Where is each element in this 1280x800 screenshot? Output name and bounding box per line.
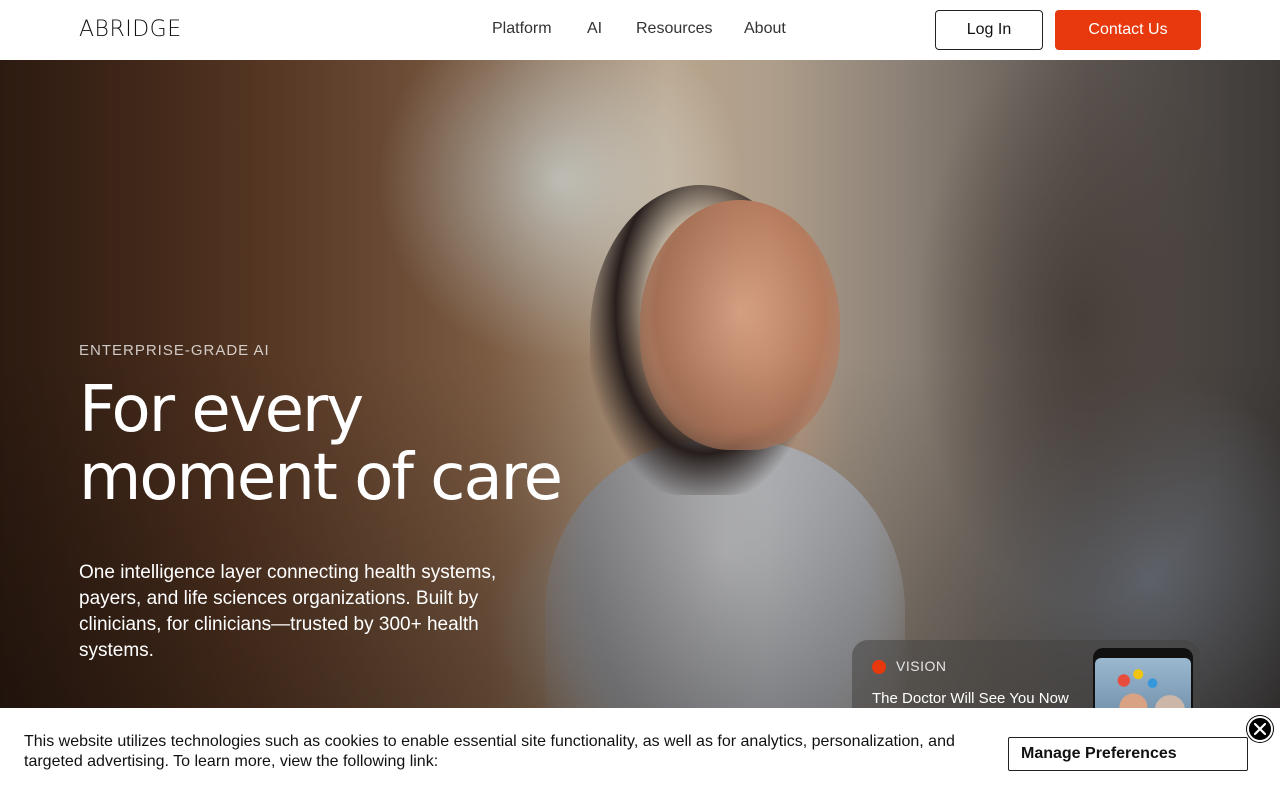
nav-item-ai[interactable]: AI: [587, 20, 602, 38]
hero-eyebrow: ENTERPRISE-GRADE AI: [79, 342, 270, 359]
nav-item-about[interactable]: About: [744, 20, 786, 38]
hero-subtext: One intelligence layer connecting health…: [79, 562, 497, 661]
abridge-logo[interactable]: ABRIDGE: [79, 17, 182, 42]
manage-preferences-button[interactable]: Manage Preferences: [1008, 737, 1248, 771]
contact-us-button[interactable]: Contact Us: [1055, 10, 1201, 50]
close-icon[interactable]: [1247, 716, 1273, 742]
nav-item-resources[interactable]: Resources: [636, 20, 712, 38]
vision-tag: VISION: [896, 658, 947, 674]
cookie-banner: This website utilizes technologies such …: [0, 708, 1280, 800]
hero-headline-line1: For every: [79, 373, 364, 447]
vision-dot-icon: [872, 660, 886, 674]
site-header: ABRIDGE Platform AI Resources About Log …: [0, 0, 1280, 60]
hero-section: ENTERPRISE-GRADE AI For every moment of …: [0, 60, 1280, 800]
cookie-text: This website utilizes technologies such …: [24, 733, 955, 770]
hero-headline: For every moment of care: [79, 376, 639, 512]
vision-title[interactable]: The Doctor Will See You Now: [872, 690, 1069, 707]
login-button[interactable]: Log In: [935, 10, 1043, 50]
nav-item-platform[interactable]: Platform: [492, 20, 552, 38]
hero-headline-line2: moment of care: [79, 441, 563, 515]
